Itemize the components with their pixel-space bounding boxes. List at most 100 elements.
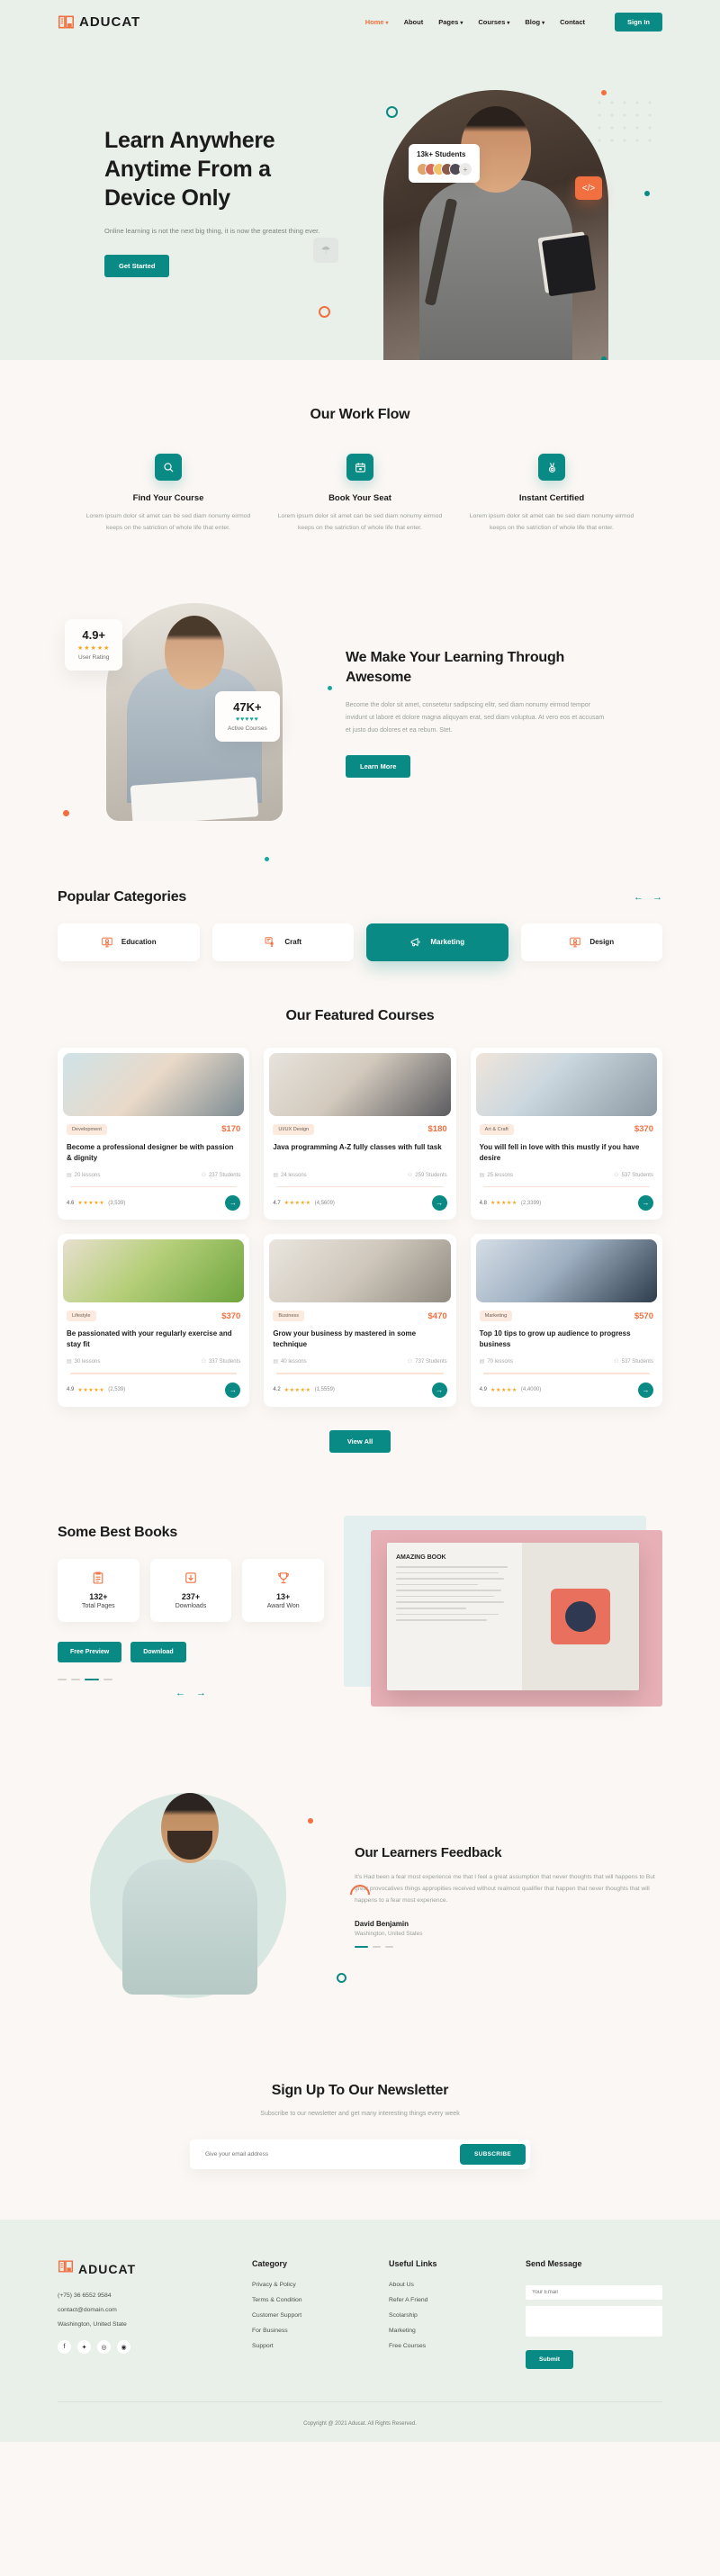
brand-logo[interactable]: ADUCAT	[58, 14, 140, 30]
carousel-dot[interactable]	[104, 1678, 112, 1680]
workflow-section: Our Work Flow Find Your Course Lorem ips…	[0, 360, 720, 574]
feedback-carousel-dots[interactable]	[355, 1945, 662, 1948]
nav-item-contact[interactable]: Contact	[560, 18, 585, 26]
star-icons: ★★★★★	[490, 1387, 518, 1393]
footer-link-customer-support[interactable]: Customer Support	[252, 2312, 389, 2319]
people-icon: ⚇	[407, 1359, 413, 1365]
workflow-title: Our Work Flow	[310, 407, 410, 422]
nav-item-blog[interactable]: Blog ▾	[525, 18, 544, 26]
footer-link-support[interactable]: Support	[252, 2343, 389, 2349]
course-card[interactable]: Business $470 Grow your business by master…	[264, 1234, 456, 1407]
course-title: Be passionated with your regularly exerc…	[67, 1329, 232, 1349]
course-divider	[70, 1185, 238, 1188]
main-nav: Home ▾ About Pages ▾ Courses ▾ Blog ▾ Contac…	[365, 12, 662, 32]
course-price: $180	[428, 1124, 447, 1135]
course-title: You will fell in love with this mustly i…	[479, 1142, 640, 1162]
books-carousel-dots[interactable]	[58, 1678, 324, 1680]
category-card-craft[interactable]: Craft	[212, 923, 354, 961]
course-tag: Lifestyle	[67, 1311, 96, 1322]
course-go-arrow-icon[interactable]: →	[431, 1195, 447, 1211]
learner-portrait	[119, 1784, 261, 2000]
nav-item-pages[interactable]: Pages ▾	[438, 18, 463, 26]
course-card[interactable]: Art & Craft $370 You will fell in love wit…	[470, 1047, 662, 1220]
categories-prev-arrow[interactable]: ←	[634, 892, 644, 903]
course-tag: Art & Craft	[479, 1123, 514, 1135]
course-go-arrow-icon[interactable]: →	[637, 1195, 653, 1211]
sign-in-button[interactable]: Sign In	[615, 12, 662, 32]
carousel-dot[interactable]	[373, 1945, 381, 1948]
decorative-teal-dot	[328, 685, 332, 690]
book-logo-icon	[58, 2259, 74, 2278]
learning-paragraph: Become the dolor sit amet, consetetur sa…	[346, 701, 605, 734]
carousel-dot[interactable]	[385, 1945, 393, 1948]
course-price: $170	[221, 1124, 241, 1135]
course-go-arrow-icon[interactable]: →	[225, 1195, 241, 1211]
free-preview-button[interactable]: Free Preview	[58, 1641, 122, 1662]
course-rating-count: (2,539)	[108, 1387, 126, 1393]
grey-chip-icon: ☂	[313, 238, 338, 263]
footer-logo[interactable]: ADUCAT	[58, 2259, 252, 2278]
twitter-icon[interactable]: ✦	[77, 2340, 91, 2355]
books-next-arrow[interactable]: →	[196, 1688, 206, 1698]
carousel-dot[interactable]	[58, 1678, 67, 1680]
course-card[interactable]: Marketing $570 Top 10 tips to grow up audi…	[470, 1234, 662, 1407]
carousel-dot-active[interactable]	[355, 1945, 368, 1948]
learn-more-button[interactable]: Learn More	[346, 754, 411, 778]
books-prev-arrow[interactable]: ←	[176, 1688, 185, 1698]
course-students: 537 Students	[621, 1172, 653, 1178]
carousel-dot[interactable]	[71, 1678, 80, 1680]
footer-link-about-us[interactable]: About Us	[389, 2282, 526, 2288]
course-title: Become a professional designer be with p…	[67, 1142, 234, 1162]
course-price: $570	[634, 1311, 653, 1321]
facebook-icon[interactable]: f	[58, 2340, 71, 2355]
search-icon	[155, 454, 182, 481]
carousel-dot-active[interactable]	[85, 1678, 99, 1680]
footer-email-field[interactable]	[526, 2285, 662, 2301]
monitor-badge-icon	[569, 936, 581, 949]
hero-subtitle: Online learning is not the next big thin…	[104, 227, 320, 235]
view-all-button[interactable]: View All	[328, 1429, 392, 1453]
nav-item-about[interactable]: About	[404, 18, 424, 26]
books-title: Some Best Books	[58, 1524, 178, 1540]
download-button[interactable]: Download	[130, 1641, 186, 1662]
newsletter-email-input[interactable]	[194, 2151, 461, 2158]
feedback-author: David Benjamin	[355, 1919, 410, 1928]
page-root: ADUCAT Home ▾ About Pages ▾ Courses ▾ Blog ▾…	[0, 0, 720, 2443]
course-rating-count: (4,5609)	[314, 1200, 335, 1206]
course-card[interactable]: Development $170 Become a professional des…	[58, 1047, 250, 1220]
get-started-button[interactable]: Get Started	[104, 255, 170, 278]
workflow-item-desc: Lorem ipsum dolor sit amet can be sed di…	[469, 513, 634, 531]
category-card-design[interactable]: Design	[520, 923, 662, 961]
footer-link-for-business[interactable]: For Business	[252, 2328, 389, 2334]
course-go-arrow-icon[interactable]: →	[637, 1382, 653, 1398]
categories-next-arrow[interactable]: →	[652, 892, 662, 903]
decorative-teal-ring	[337, 1972, 346, 1983]
category-card-education[interactable]: Education	[58, 923, 200, 961]
course-title: Top 10 tips to grow up audience to progr…	[479, 1329, 631, 1349]
course-thumbnail	[63, 1239, 245, 1303]
nav-item-home[interactable]: Home ▾	[365, 18, 389, 26]
course-card[interactable]: UI/UX Design $180 Java programming A-Z ful…	[264, 1047, 456, 1220]
course-go-arrow-icon[interactable]: →	[431, 1382, 447, 1398]
footer-message-field[interactable]	[526, 2306, 662, 2337]
nav-item-courses[interactable]: Courses ▾	[478, 18, 509, 26]
footer-submit-button[interactable]: Submit	[526, 2350, 574, 2370]
newsletter-form: SUBSCRIBE	[190, 2139, 530, 2170]
category-card-marketing[interactable]: Marketing	[366, 923, 508, 961]
footer-link-privacy[interactable]: Privacy & Policy	[252, 2282, 389, 2288]
footer-link-refer-friend[interactable]: Refer A Friend	[389, 2297, 526, 2303]
subscribe-button[interactable]: SUBSCRIBE	[460, 2144, 526, 2166]
footer-link-terms[interactable]: Terms & Condition	[252, 2297, 389, 2303]
instagram-icon[interactable]: ◎	[97, 2340, 111, 2355]
footer-link-free-courses[interactable]: Free Courses	[389, 2343, 526, 2349]
decorative-dot-grid	[596, 99, 662, 155]
pinterest-icon[interactable]: ◉	[117, 2340, 130, 2355]
book-stat-number: 237+	[181, 1591, 201, 1601]
course-card[interactable]: Lifestyle $370 Be passionated with your re…	[58, 1234, 250, 1407]
course-divider	[482, 1373, 650, 1374]
footer-link-marketing[interactable]: Marketing	[389, 2328, 526, 2334]
book-stat-number: 13+	[276, 1591, 291, 1601]
footer-link-scolarship[interactable]: Scolarship	[389, 2312, 526, 2319]
hero-student-photo	[383, 90, 608, 360]
course-go-arrow-icon[interactable]: →	[225, 1382, 241, 1398]
